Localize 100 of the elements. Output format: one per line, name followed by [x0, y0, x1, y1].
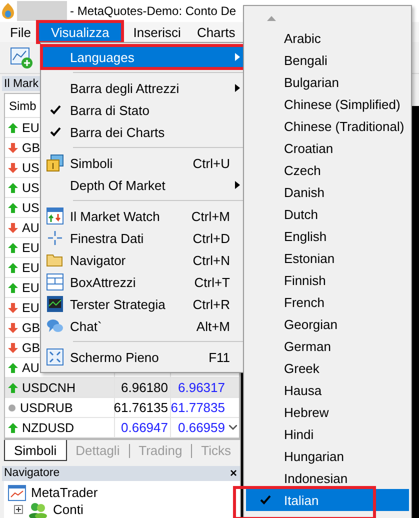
ask-cell: 0.66959: [178, 420, 225, 436]
menu-item[interactable]: Chat` Alt+M: [43, 315, 244, 337]
language-item[interactable]: Bengali: [246, 49, 409, 71]
menu-item[interactable]: Il Market Watch Ctrl+M: [43, 205, 244, 227]
menu-item-label: Navigator: [70, 252, 127, 268]
submenu-arrow-icon: [234, 53, 240, 61]
app-logo-icon: [2, 3, 14, 19]
menu-item-label: Chat`: [70, 318, 103, 334]
menu-title[interactable]: File: [2, 22, 39, 42]
window-icon: [46, 273, 64, 291]
language-item[interactable]: Greek: [246, 357, 409, 379]
language-item[interactable]: Hebrew: [246, 401, 409, 423]
redacted-block: [17, 1, 67, 21]
table-row[interactable]: NZDUSD 0.66947 0.66959: [5, 418, 239, 438]
bid-cell: 61.76135: [114, 400, 168, 416]
menu-item-label: Languages: [70, 50, 136, 64]
menu-item[interactable]: Barra degli Attrezzi: [43, 77, 244, 99]
panel-title: Il Mark: [4, 78, 38, 90]
crosshair-icon: [46, 229, 64, 247]
fullscreen-icon: [46, 348, 64, 366]
symbol-cell: GB: [22, 140, 40, 155]
language-item[interactable]: Chinese (Simplified): [246, 93, 409, 115]
menu-item-label: Finestra Dati: [70, 230, 145, 246]
shortcut-label: Ctrl+D: [192, 230, 230, 246]
speech-bubbles-icon: [46, 317, 64, 335]
menu-item[interactable]: Languages: [43, 46, 244, 68]
symbol-cell: AU: [22, 220, 40, 235]
bid-cell: 0.66947: [121, 420, 168, 436]
menu-title[interactable]: Inserisci: [125, 22, 189, 42]
market-watch-icon: [46, 207, 64, 225]
table-row[interactable]: USDRUB 61.76135 61.77835: [5, 398, 239, 418]
language-item[interactable]: Arabic: [246, 27, 409, 49]
symbol-cell: USDRUB: [20, 400, 73, 415]
menu-item-label: Barra di Stato: [70, 102, 150, 118]
language-item[interactable]: German: [246, 335, 409, 357]
new-chart-icon[interactable]: [10, 46, 34, 68]
symbol-cell: USDCNH: [22, 380, 76, 395]
shortcut-label: Alt+M: [196, 318, 230, 334]
symbol-cell: GB: [22, 340, 40, 355]
symbol-cell: EU: [22, 300, 40, 315]
symbol-cell: US: [22, 180, 40, 195]
language-item[interactable]: French: [246, 291, 409, 313]
language-item[interactable]: Czech: [246, 159, 409, 181]
menu-item[interactable]: Barra di Stato: [43, 99, 244, 121]
menu-item[interactable]: Schermo Pieno F11: [43, 346, 244, 368]
shortcut-label: Ctrl+U: [192, 156, 230, 170]
menu-item-label: Simboli: [70, 156, 114, 170]
menu-item-label: Depth Of Market: [70, 178, 166, 192]
language-item[interactable]: Georgian: [246, 313, 409, 335]
tab[interactable]: Simboli: [4, 440, 67, 461]
language-item[interactable]: Hausa: [246, 379, 409, 401]
shortcut-label: Ctrl+N: [192, 252, 230, 268]
menu-item-label: Terster Strategia: [70, 296, 166, 312]
submenu-arrow-icon: [234, 84, 240, 92]
shortcut-label: Ctrl+R: [192, 296, 230, 312]
shortcut-label: Ctrl+T: [194, 274, 230, 290]
symbol-cell: US: [22, 200, 40, 215]
submenu-arrow-icon: [234, 181, 240, 189]
table-row[interactable]: USDCNH 6.96180 6.96317: [5, 378, 239, 398]
menu-item-label: Schermo Pieno: [70, 350, 160, 364]
language-item[interactable]: Dutch: [246, 203, 409, 225]
language-item[interactable]: Danish: [246, 181, 409, 203]
symbol-cell: EU: [22, 260, 40, 275]
language-item[interactable]: Chinese (Traditional): [246, 115, 409, 137]
menu-item-label: Il Market Watch: [70, 208, 161, 224]
menu-item-label: Barra dei Charts: [70, 124, 166, 140]
menu-item-label: Barra degli Attrezzi: [70, 80, 180, 96]
ask-cell: 6.96317: [178, 380, 225, 396]
people-icon: [28, 502, 48, 518]
language-item[interactable]: Hindi: [246, 423, 409, 445]
language-item[interactable]: Bulgarian: [246, 71, 409, 93]
tree-item[interactable]: MetaTrader: [31, 485, 98, 500]
menu-item[interactable]: Depth Of Market: [43, 174, 244, 196]
tree-item[interactable]: Conti: [53, 502, 84, 517]
language-item[interactable]: Finnish: [246, 269, 409, 291]
menu-item[interactable]: BoxAttrezzi Ctrl+T: [43, 271, 244, 293]
menu-item[interactable]: Barra dei Charts: [43, 121, 244, 143]
symbol-cell: AU: [22, 360, 40, 375]
menu-item[interactable]: Simboli Ctrl+U: [43, 152, 244, 174]
menu-item[interactable]: Navigator Ctrl+N: [43, 249, 244, 271]
column-header: Simb: [9, 98, 36, 113]
language-item[interactable]: Hungarian: [246, 445, 409, 467]
scroll-down-icon[interactable]: [229, 425, 237, 430]
symbol-cell: EU: [22, 240, 40, 255]
ask-cell: 61.77835: [170, 400, 225, 416]
menu-title[interactable]: Visualizza: [38, 22, 122, 42]
menu-item[interactable]: Terster Strategia Ctrl+R: [43, 293, 244, 315]
symbol-cell: EU: [22, 280, 40, 295]
shortcut-label: F11: [208, 350, 230, 364]
menu-item[interactable]: Finestra Dati Ctrl+D: [43, 227, 244, 249]
panel-title: Navigatore: [4, 467, 60, 480]
language-item[interactable]: Estonian: [246, 247, 409, 269]
menu-title[interactable]: Charts: [188, 22, 244, 42]
close-button[interactable]: ×: [230, 466, 237, 480]
language-item[interactable]: English: [246, 225, 409, 247]
chart-window-icon: [46, 295, 64, 313]
shortcut-label: Ctrl+M: [191, 208, 230, 224]
language-item[interactable]: Indonesian: [246, 467, 409, 489]
language-item[interactable]: Italian: [246, 489, 409, 511]
language-item[interactable]: Croatian: [246, 137, 409, 159]
